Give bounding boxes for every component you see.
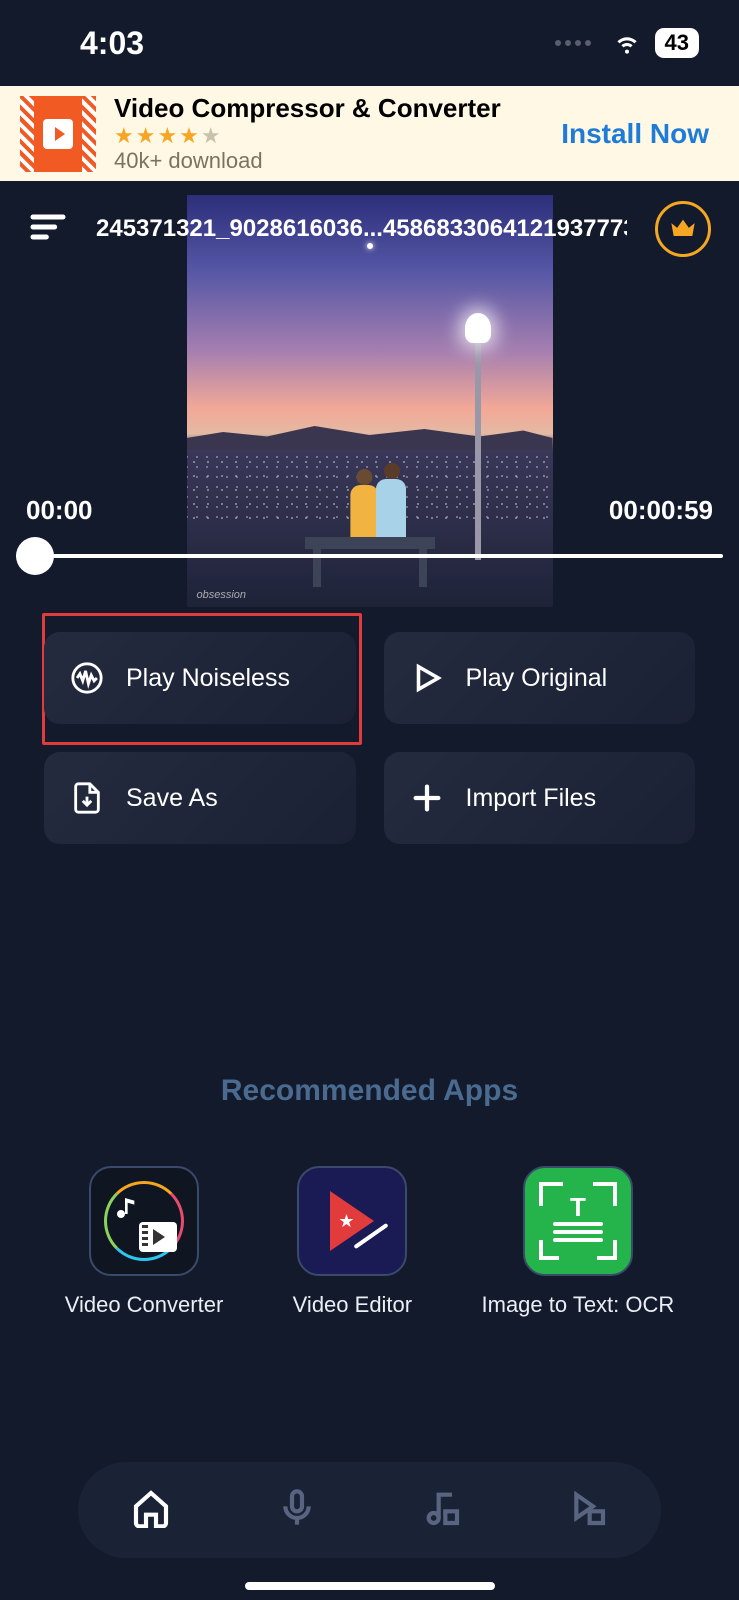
video-timeline[interactable]: 00:00 00:00:59 bbox=[16, 495, 723, 558]
ad-banner[interactable]: Video Compressor & Converter ★★★★★ 40k+ … bbox=[0, 86, 739, 181]
recommended-label: Video Editor bbox=[293, 1292, 412, 1318]
save-as-button[interactable]: Save As bbox=[44, 752, 356, 844]
video-watermark: obsession bbox=[197, 589, 247, 601]
current-time: 00:00 bbox=[26, 495, 93, 526]
play-original-button[interactable]: Play Original bbox=[384, 632, 696, 724]
recommended-label: Video Converter bbox=[65, 1292, 224, 1318]
premium-crown-button[interactable] bbox=[655, 201, 711, 257]
nav-video-folder-button[interactable] bbox=[568, 1488, 608, 1533]
total-time: 00:00:59 bbox=[609, 495, 713, 526]
ad-app-icon bbox=[20, 96, 96, 172]
menu-sort-icon[interactable] bbox=[28, 207, 68, 252]
play-icon bbox=[410, 661, 444, 695]
recommended-app-ocr[interactable]: T Image to Text: OCR bbox=[482, 1166, 675, 1318]
save-as-label: Save As bbox=[126, 784, 218, 813]
recommended-app-video-converter[interactable]: Video Converter bbox=[65, 1166, 224, 1318]
install-now-button[interactable]: Install Now bbox=[561, 118, 719, 150]
status-bar: 4:03 43 bbox=[0, 0, 739, 86]
ocr-icon: T bbox=[523, 1166, 633, 1276]
ad-title: Video Compressor & Converter bbox=[114, 93, 543, 124]
import-files-button[interactable]: Import Files bbox=[384, 752, 696, 844]
seek-thumb[interactable] bbox=[16, 537, 54, 575]
status-indicators: 43 bbox=[555, 25, 699, 62]
play-original-label: Play Original bbox=[466, 664, 608, 693]
wifi-icon bbox=[611, 25, 643, 62]
nav-mic-button[interactable] bbox=[277, 1488, 317, 1533]
save-icon bbox=[70, 781, 104, 815]
battery-level: 43 bbox=[655, 28, 699, 58]
video-editor-icon: ★ bbox=[297, 1166, 407, 1276]
recommended-section: Recommended Apps Video Converter ★ Video… bbox=[0, 1074, 739, 1318]
plus-icon bbox=[410, 781, 444, 815]
status-time: 4:03 bbox=[80, 25, 144, 62]
import-files-label: Import Files bbox=[466, 784, 597, 813]
bottom-nav bbox=[78, 1462, 661, 1558]
play-noiseless-button[interactable]: Play Noiseless bbox=[44, 632, 356, 724]
file-title: 245371321_9028616036...45868330641219377… bbox=[96, 215, 627, 243]
noiseless-icon bbox=[70, 661, 104, 695]
ad-text: Video Compressor & Converter ★★★★★ 40k+ … bbox=[114, 93, 543, 174]
recommended-title: Recommended Apps bbox=[0, 1074, 739, 1108]
play-noiseless-label: Play Noiseless bbox=[126, 664, 290, 693]
home-indicator[interactable] bbox=[245, 1582, 495, 1590]
nav-home-button[interactable] bbox=[131, 1488, 171, 1533]
video-converter-icon bbox=[89, 1166, 199, 1276]
recommended-app-video-editor[interactable]: ★ Video Editor bbox=[293, 1166, 412, 1318]
ad-rating-stars-icon: ★★★★★ bbox=[114, 124, 543, 148]
seek-track[interactable] bbox=[16, 554, 723, 558]
signal-dots-icon bbox=[555, 40, 591, 46]
ad-downloads: 40k+ download bbox=[114, 148, 543, 174]
nav-music-button[interactable] bbox=[422, 1488, 462, 1533]
recommended-label: Image to Text: OCR bbox=[482, 1292, 675, 1318]
